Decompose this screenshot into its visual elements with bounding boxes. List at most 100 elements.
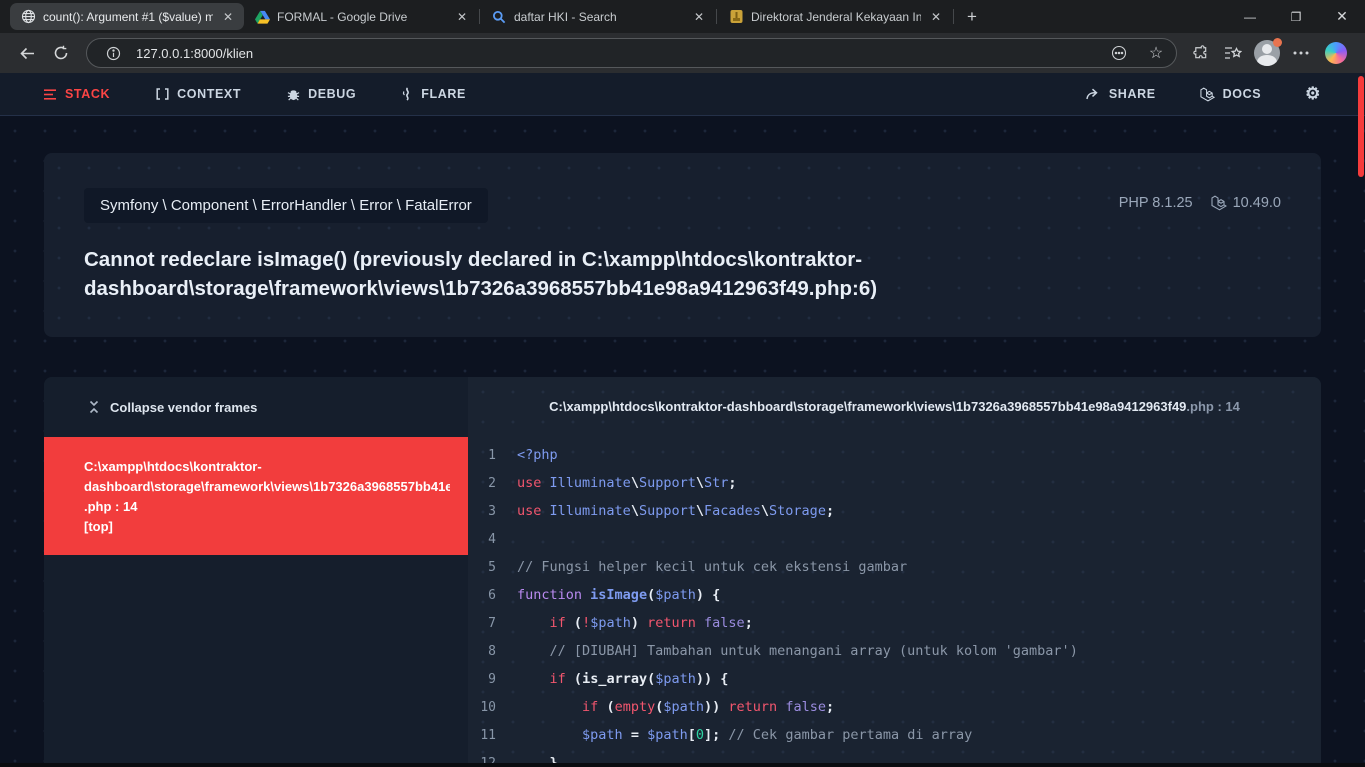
restore-button[interactable]: ❐: [1273, 0, 1319, 33]
window-bottom-edge: [0, 763, 1365, 767]
tab-separator: [716, 9, 717, 24]
line-code: $path = $path[0]; // Cek gambar pertama …: [517, 727, 972, 743]
copilot-icon[interactable]: [1325, 42, 1347, 64]
line-code: // Fungsi helper kecil untuk cek ekstens…: [517, 559, 907, 575]
tab-close-icon[interactable]: ✕: [928, 10, 944, 24]
stack-icon: [44, 89, 57, 100]
line-code: if (!$path) return false;: [517, 615, 753, 631]
laravel-version-number: 10.49.0: [1233, 195, 1281, 211]
extensions-icon[interactable]: [1185, 38, 1217, 68]
line-code: use Illuminate\Support\Str;: [517, 475, 737, 491]
editor-file-path: C:\xampp\htdocs\kontraktor-dashboard\sto…: [468, 377, 1321, 435]
line-number: 1: [468, 448, 496, 463]
collapse-icon: [88, 400, 100, 414]
share-label: SHARE: [1109, 87, 1156, 101]
line-code: <?php: [517, 447, 558, 463]
brackets-icon: [156, 88, 169, 100]
version-info: PHP 8.1.25 10.49.0: [1119, 195, 1281, 211]
refresh-icon[interactable]: [44, 38, 78, 68]
line-number: 4: [468, 532, 496, 547]
favorite-star-icon[interactable]: ☆: [1142, 41, 1170, 65]
line-number: 6: [468, 588, 496, 603]
exception-class-badge[interactable]: Symfony \ Component \ ErrorHandler \ Err…: [84, 188, 488, 223]
collections-icon[interactable]: [1217, 38, 1249, 68]
tab-flare[interactable]: FLARE: [402, 87, 466, 101]
bug-icon: [287, 88, 300, 101]
code-line: 8 // [DIUBAH] Tambahan untuk menangani a…: [468, 637, 1321, 665]
line-number: 3: [468, 504, 496, 519]
tab-title: Direktorat Jenderal Kekayaan Inte: [751, 10, 921, 24]
tab-separator: [479, 9, 480, 24]
code-line: 2 use Illuminate\Support\Str;: [468, 469, 1321, 497]
back-icon[interactable]: [10, 38, 44, 68]
docs-label: DOCS: [1223, 87, 1262, 101]
code-line: 7 if (!$path) return false;: [468, 609, 1321, 637]
window-controls: — ❐ ✕: [1227, 0, 1365, 33]
new-tab-button[interactable]: +: [955, 7, 989, 27]
error-page-content: Symfony \ Component \ ErrorHandler \ Err…: [0, 116, 1365, 767]
tab-debug[interactable]: DEBUG: [287, 87, 356, 101]
emblem-icon: [728, 9, 744, 25]
tab-debug-label: DEBUG: [308, 87, 356, 101]
laravel-version: 10.49.0: [1211, 195, 1281, 211]
frame-method-tag: [top]: [84, 517, 450, 537]
address-bar-more-icon[interactable]: [1105, 41, 1133, 65]
tab-stack[interactable]: STACK: [44, 87, 110, 101]
flare-icon: [402, 87, 413, 101]
line-code: use Illuminate\Support\Facades\Storage;: [517, 503, 834, 519]
line-number: 2: [468, 476, 496, 491]
settings-more-icon[interactable]: [1285, 38, 1317, 68]
frame-path-line: .php : 14: [84, 497, 450, 517]
browser-tab-dgip[interactable]: Direktorat Jenderal Kekayaan Inte ✕: [718, 3, 952, 30]
docs-button[interactable]: DOCS: [1200, 87, 1262, 102]
share-button[interactable]: SHARE: [1086, 87, 1156, 101]
browser-tab-google-drive[interactable]: FORMAL - Google Drive ✕: [244, 3, 478, 30]
profile-avatar[interactable]: [1254, 40, 1280, 66]
line-number: 5: [468, 560, 496, 575]
profile-status-dot: [1273, 38, 1282, 47]
line-code: // [DIUBAH] Tambahan untuk menangani arr…: [517, 643, 1078, 659]
file-path-suffix: .php : 14: [1186, 399, 1239, 414]
tab-stack-label: STACK: [65, 87, 110, 101]
code-line: 4: [468, 525, 1321, 553]
globe-icon: [20, 9, 36, 25]
line-code: if (is_array($path)) {: [517, 671, 728, 687]
browser-tab-error-page[interactable]: count(): Argument #1 ($value) mu ✕: [10, 3, 244, 30]
collapse-vendor-frames-button[interactable]: Collapse vendor frames: [44, 377, 468, 437]
collapse-vendor-frames-label: Collapse vendor frames: [110, 400, 257, 415]
tab-close-icon[interactable]: ✕: [220, 10, 236, 24]
url-input[interactable]: 127.0.0.1:8000/klien: [136, 46, 1096, 61]
line-number: 11: [468, 728, 496, 743]
stack-frames-panel: Collapse vendor frames C:\xampp\htdocs\k…: [44, 377, 468, 767]
file-path-text: C:\xampp\htdocs\kontraktor-dashboard\sto…: [549, 399, 1186, 414]
frame-path-line: C:\xampp\htdocs\kontraktor-: [84, 457, 450, 477]
minimize-button[interactable]: —: [1227, 0, 1273, 33]
tab-flare-label: FLARE: [421, 87, 466, 101]
code-editor-panel: C:\xampp\htdocs\kontraktor-dashboard\sto…: [468, 377, 1321, 767]
tab-separator: [953, 9, 954, 24]
close-button[interactable]: ✕: [1319, 0, 1365, 33]
site-info-icon[interactable]: [99, 41, 127, 65]
code-line: 6 function isImage($path) {: [468, 581, 1321, 609]
tab-close-icon[interactable]: ✕: [454, 10, 470, 24]
tab-close-icon[interactable]: ✕: [691, 10, 707, 24]
ignition-nav: STACK CONTEXT DEBUG FLARE SHARE: [0, 73, 1365, 116]
tab-title: daftar HKI - Search: [514, 10, 684, 24]
line-code: if (empty($path)) return false;: [517, 699, 834, 715]
drive-icon: [254, 9, 270, 25]
line-number: 7: [468, 616, 496, 631]
line-code: function isImage($path) {: [517, 587, 720, 603]
tab-context[interactable]: CONTEXT: [156, 87, 241, 101]
stack-frame-selected[interactable]: C:\xampp\htdocs\kontraktor- dashboard\st…: [44, 437, 468, 555]
address-bar[interactable]: 127.0.0.1:8000/klien ☆: [86, 38, 1177, 68]
stack-trace-card: Collapse vendor frames C:\xampp\htdocs\k…: [44, 377, 1321, 767]
code-line: 9 if (is_array($path)) {: [468, 665, 1321, 693]
tab-title: FORMAL - Google Drive: [277, 10, 447, 24]
gear-icon[interactable]: ⚙: [1305, 84, 1321, 104]
php-version: PHP 8.1.25: [1119, 195, 1193, 211]
code-line: 5 // Fungsi helper kecil untuk cek eksten…: [468, 553, 1321, 581]
code-line: 3 use Illuminate\Support\Facades\Storage;: [468, 497, 1321, 525]
page-scrollbar-thumb[interactable]: [1358, 76, 1364, 177]
code-lines: 1 <?php 2 use Illuminate\Support\Str; 3 use I…: [468, 435, 1321, 767]
browser-tab-search[interactable]: daftar HKI - Search ✕: [481, 3, 715, 30]
